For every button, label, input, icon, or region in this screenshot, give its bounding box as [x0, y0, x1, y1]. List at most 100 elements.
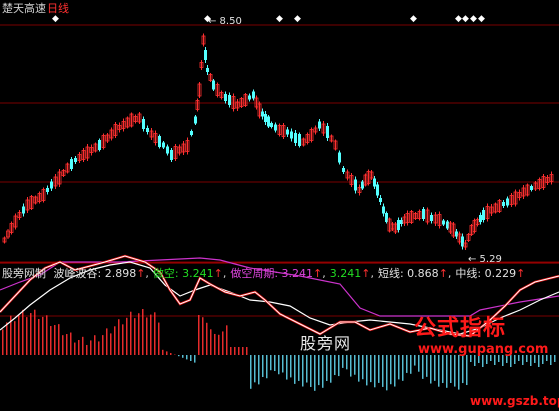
histogram-bar: [238, 347, 240, 355]
histogram-bar: [62, 335, 64, 355]
histogram-bar: [162, 349, 164, 355]
candle-body: [46, 188, 49, 192]
candle-body: [286, 129, 289, 135]
histogram-bar: [46, 315, 48, 355]
candle-body: [204, 50, 207, 60]
candle-body: [455, 231, 458, 237]
histogram-bar: [102, 335, 104, 355]
period-label: 日线: [47, 2, 69, 15]
candle-body: [430, 215, 433, 221]
histogram-bar: [310, 355, 312, 387]
histogram-bar: [114, 326, 116, 355]
histogram-bar: [122, 324, 124, 355]
candle-body: [422, 209, 425, 219]
histogram-bar: [322, 355, 324, 388]
histogram-bar: [42, 316, 44, 355]
histogram-bar: [422, 355, 424, 379]
candle-body: [479, 215, 482, 222]
histogram-bar: [450, 355, 452, 383]
candle-body: [294, 133, 297, 143]
histogram-bar: [326, 355, 328, 381]
histogram-bar: [38, 318, 40, 355]
histogram-bar: [158, 322, 160, 355]
histogram-bar: [34, 309, 36, 355]
site-url: www.gszb.top: [470, 394, 559, 408]
histogram-bar: [22, 309, 24, 355]
histogram-bar: [466, 355, 468, 386]
histogram-bar: [178, 355, 180, 357]
histogram-bar: [90, 340, 92, 355]
histogram-bar: [218, 334, 220, 355]
histogram-bar: [282, 355, 284, 373]
candle-body: [264, 114, 267, 122]
histogram-bar: [290, 355, 292, 378]
candle-body: [354, 179, 357, 191]
indicator-item: 做空周期: 3.241↑,: [230, 267, 326, 280]
histogram-bar: [26, 317, 28, 355]
candle-body: [530, 186, 533, 190]
stock-chart-window: ◆ ◆ ◆ ◆ ◆ ◆ ◆ ◆ ◆ ← 8.50 ← 5.29 楚天高速日线 股旁网制 波峰波谷:…: [0, 0, 559, 411]
histogram-bar: [414, 355, 416, 366]
candle-body: [267, 116, 270, 127]
histogram-bar: [154, 312, 156, 355]
histogram-bar: [234, 347, 236, 355]
histogram-bar: [106, 328, 108, 355]
low-price-label: ← 5.29: [468, 254, 502, 265]
candle-body: [158, 136, 161, 147]
histogram-bar: [462, 355, 464, 384]
indicator-item: 短线: 0.868↑,: [377, 267, 452, 280]
histogram-bar: [406, 355, 408, 373]
histogram-bar: [274, 355, 276, 372]
histogram-bar: [366, 355, 368, 386]
histogram-bar: [270, 355, 272, 371]
signal-marker-icon: ◆: [276, 14, 283, 24]
signal-marker-icon: ◆: [294, 14, 301, 24]
histogram-bar: [378, 355, 380, 383]
histogram-bar: [286, 355, 288, 380]
histogram-bar: [254, 355, 256, 383]
signal-marker-icon: ◆: [455, 14, 462, 24]
histogram-bar: [394, 355, 396, 387]
histogram-bar: [210, 329, 212, 355]
histogram-bar: [550, 355, 552, 365]
histogram-bar: [6, 322, 8, 355]
histogram-bar: [230, 347, 232, 355]
signal-marker-icon: ◆: [478, 14, 485, 24]
candle-body: [170, 150, 173, 160]
histogram-bar: [138, 313, 140, 355]
watermark-logo: 公式指标: [414, 316, 507, 341]
candle-body: [318, 121, 321, 129]
histogram-bar: [386, 355, 388, 391]
chart-title: 楚天高速日线: [2, 0, 69, 16]
histogram-bar: [170, 353, 172, 355]
histogram-bar: [370, 355, 372, 383]
histogram-bar: [350, 355, 352, 377]
candle-body: [506, 198, 509, 206]
histogram-bar: [346, 355, 348, 370]
histogram-bar: [246, 347, 248, 355]
candle-body: [70, 159, 73, 169]
histogram-bar: [2, 329, 4, 355]
candle-body: [397, 220, 400, 230]
candle-body: [146, 128, 149, 132]
histogram-bar: [458, 355, 460, 390]
histogram-bar: [242, 347, 244, 355]
indicator-legend-bar: 股旁网制 波峰波谷: 2.898↑, 做空: 3.241↑, 做空周期: 3.241…: [2, 265, 525, 281]
histogram-bar: [126, 317, 128, 355]
histogram-bar: [314, 355, 316, 391]
candle-body: [326, 126, 329, 138]
indicator-item: 波峰波谷: 2.898↑,: [53, 267, 149, 280]
histogram-bar: [434, 355, 436, 381]
histogram-bar: [442, 355, 444, 384]
histogram-bar: [454, 355, 456, 387]
histogram-bar: [318, 355, 320, 386]
indicator-item: 做空: 3.241↑,: [152, 267, 227, 280]
candle-body: [274, 124, 277, 131]
histogram-bar: [398, 355, 400, 380]
histogram-bar: [50, 326, 52, 355]
candle-body: [400, 220, 403, 224]
histogram-bar: [266, 355, 268, 379]
histogram-bar: [134, 318, 136, 355]
histogram-bar: [70, 332, 72, 355]
histogram-bar: [358, 355, 360, 382]
